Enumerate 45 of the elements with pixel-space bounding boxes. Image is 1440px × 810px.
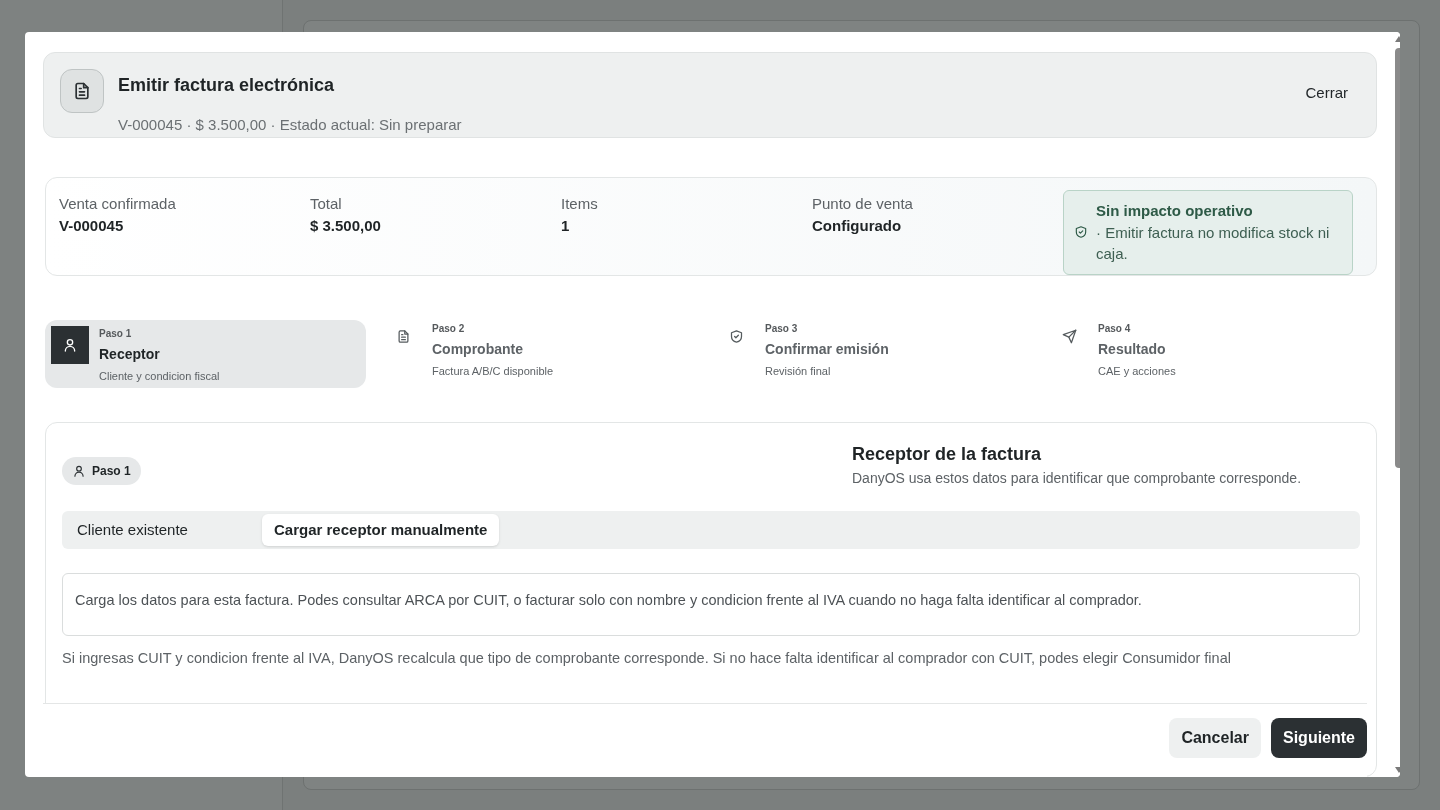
summary-value: V-000045 xyxy=(59,216,125,236)
close-button[interactable]: Cerrar xyxy=(1305,82,1348,105)
summary-label: Punto de venta xyxy=(812,193,914,214)
step-item[interactable]: Paso 3 Confirmar emisión Revisión final xyxy=(711,320,1032,388)
step-title: Resultado xyxy=(1098,340,1167,359)
step-title: Receptor xyxy=(99,345,161,364)
document-icon xyxy=(395,329,411,344)
dialog-title: Emitir factura electrónica xyxy=(118,74,336,97)
user-icon xyxy=(72,464,86,478)
help-text: Si ingresas CUIT y condicion frente al IVA, DanyOS recalcula que tipo de comprobante corresponde. Si no hace falta identificar al comprador con CUIT, podes elegir Consumidor final xyxy=(62,649,1232,668)
step-number: Paso 1 xyxy=(99,327,133,341)
step-subtitle: Cliente y condicion fiscal xyxy=(99,369,220,384)
step-subtitle: Factura A/B/C disponible xyxy=(432,364,554,379)
shield-check-icon xyxy=(1074,225,1088,239)
summary-label: Items xyxy=(561,193,599,214)
shield-check-icon xyxy=(728,329,744,344)
step-title: Comprobante xyxy=(432,340,524,359)
step-number: Paso 4 xyxy=(1098,322,1132,336)
panel-title: Receptor de la factura xyxy=(852,443,1043,466)
badge-label: Paso 1 xyxy=(92,463,131,480)
info-box: Carga los datos para esta factura. Podes consultar ARCA por CUIT, o facturar solo con nombre y condicion frente al IVA cuando no haga falta identificar al comprador. xyxy=(62,573,1360,636)
step-item[interactable]: Paso 1 Receptor Cliente y condicion fiscal xyxy=(45,320,366,388)
step-item[interactable]: Paso 4 Resultado CAE y acciones xyxy=(1044,320,1365,388)
document-icon xyxy=(72,81,92,101)
next-button[interactable]: Siguiente xyxy=(1271,718,1367,758)
step-subtitle: CAE y acciones xyxy=(1098,364,1176,379)
summary-value: Configurado xyxy=(812,216,903,236)
summary-label: Total xyxy=(310,193,343,214)
dialog-subtitle: V-000045 · $ 3.500,00 · Estado actual: Sin preparar xyxy=(118,115,463,135)
step-subtitle: Revisión final xyxy=(765,364,832,379)
summary-label: Venta confirmada xyxy=(59,193,177,214)
summary-value: 1 xyxy=(561,216,571,236)
tab[interactable]: Cargar receptor manualmente xyxy=(262,514,500,546)
summary-value: $ 3.500,00 xyxy=(310,216,382,236)
step-number: Paso 2 xyxy=(432,322,466,336)
step-number: Paso 3 xyxy=(765,322,799,336)
notice-text: · Emitir factura no modifica stock ni caja. xyxy=(1096,223,1331,265)
tab[interactable]: Cliente existente xyxy=(65,514,262,546)
cancel-button[interactable]: Cancelar xyxy=(1169,718,1261,758)
step-title: Confirmar emisión xyxy=(765,340,889,359)
user-icon xyxy=(62,337,78,353)
paper-plane-icon xyxy=(1061,329,1077,344)
panel-description: DanyOS usa estos datos para identificar que comprobante corresponde. xyxy=(852,469,1303,488)
step-item[interactable]: Paso 2 Comprobante Factura A/B/C disponible xyxy=(378,320,699,388)
notice-title: Sin impacto operativo xyxy=(1096,200,1254,221)
